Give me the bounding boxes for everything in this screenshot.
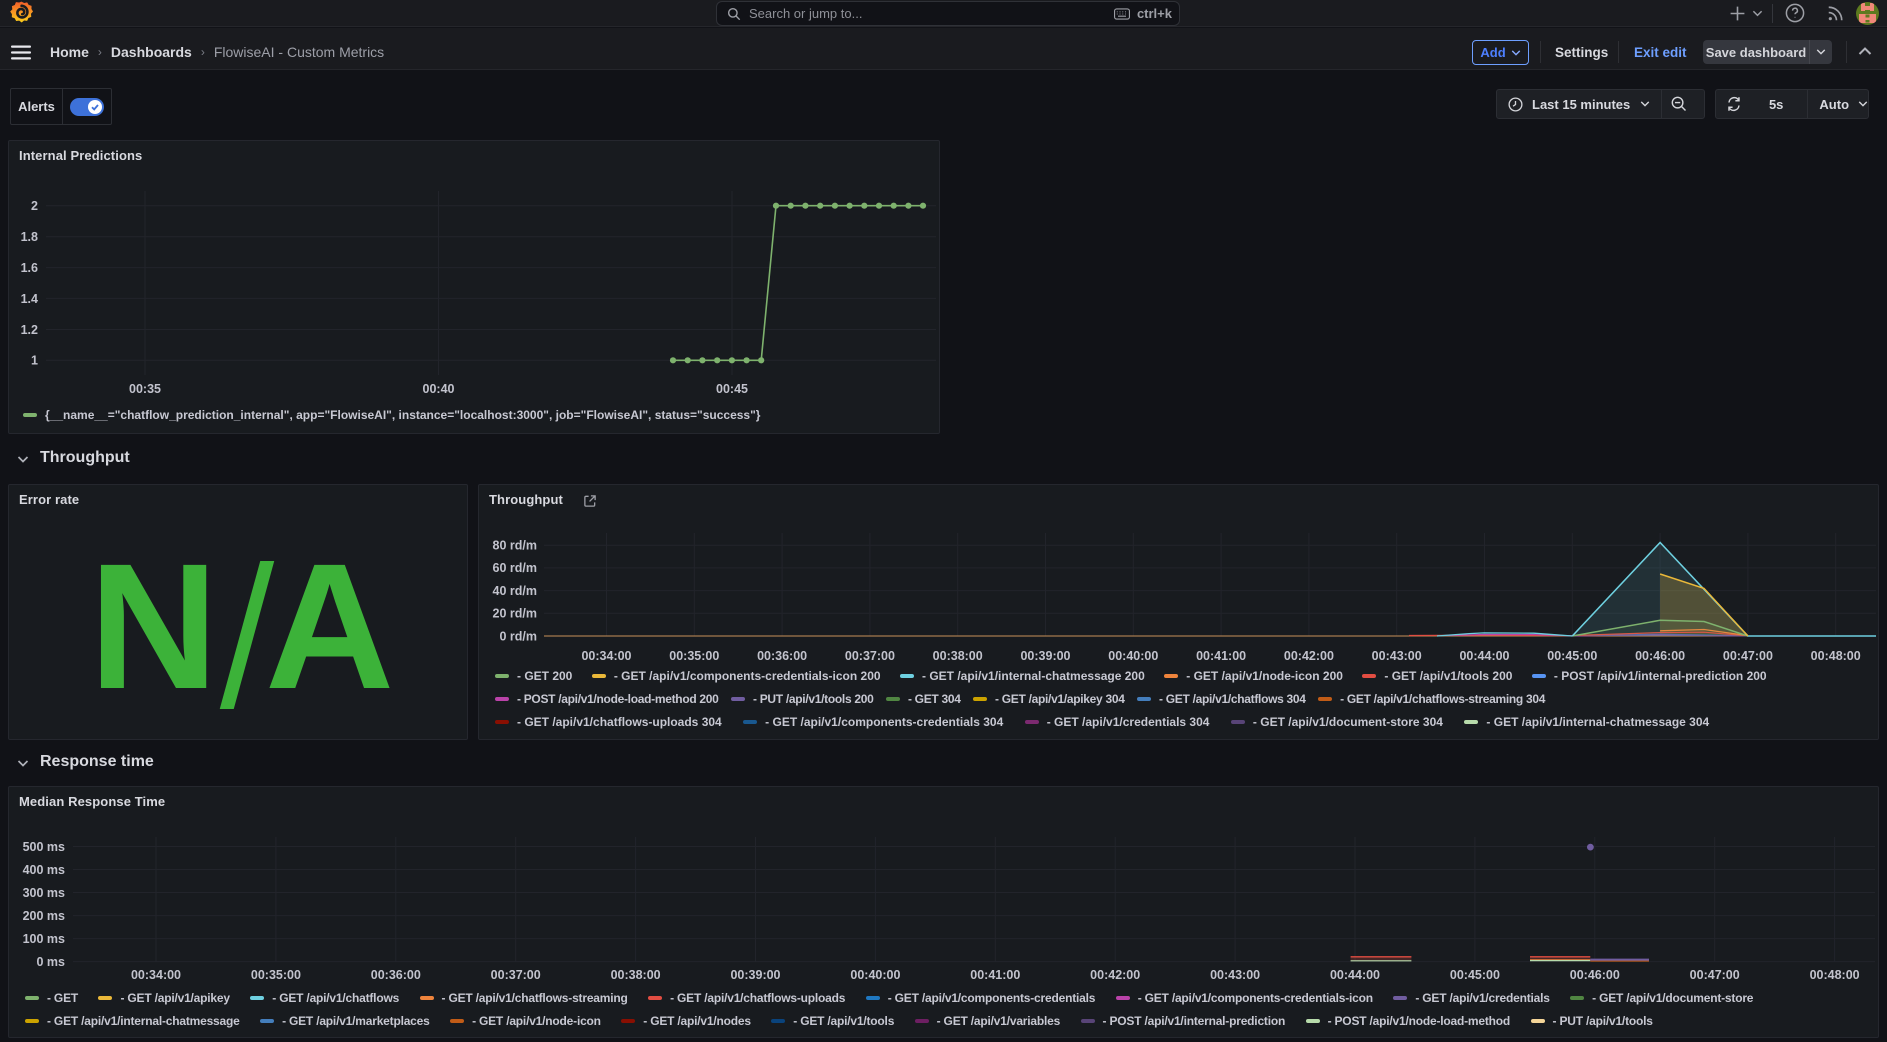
svg-text:0 ms: 0 ms (37, 955, 66, 969)
svg-text:00:46:00: 00:46:00 (1635, 649, 1685, 663)
svg-text:100 ms: 100 ms (23, 932, 65, 946)
svg-text:20 rd/m: 20 rd/m (493, 607, 537, 621)
svg-text:00:45: 00:45 (716, 382, 748, 396)
svg-text:00:44:00: 00:44:00 (1330, 968, 1380, 982)
svg-text:00:37:00: 00:37:00 (845, 649, 895, 663)
svg-text:40 rd/m: 40 rd/m (493, 584, 537, 598)
svg-text:1.2: 1.2 (21, 323, 38, 337)
svg-text:00:48:00: 00:48:00 (1811, 649, 1861, 663)
svg-text:00:41:00: 00:41:00 (970, 968, 1020, 982)
svg-text:2: 2 (31, 199, 38, 213)
svg-text:60 rd/m: 60 rd/m (493, 561, 537, 575)
svg-text:00:47:00: 00:47:00 (1723, 649, 1773, 663)
svg-text:1.4: 1.4 (21, 292, 38, 306)
svg-text:00:34:00: 00:34:00 (131, 968, 181, 982)
svg-text:00:36:00: 00:36:00 (757, 649, 807, 663)
svg-text:80 rd/m: 80 rd/m (493, 539, 537, 553)
svg-text:00:44:00: 00:44:00 (1459, 649, 1509, 663)
svg-text:00:48:00: 00:48:00 (1810, 968, 1860, 982)
svg-text:1.8: 1.8 (21, 230, 38, 244)
svg-text:00:39:00: 00:39:00 (730, 968, 780, 982)
svg-text:00:46:00: 00:46:00 (1570, 968, 1620, 982)
svg-text:00:40:00: 00:40:00 (1108, 649, 1158, 663)
svg-text:400 ms: 400 ms (23, 863, 65, 877)
svg-text:500 ms: 500 ms (23, 840, 65, 854)
svg-text:1.6: 1.6 (21, 261, 38, 275)
svg-text:00:42:00: 00:42:00 (1284, 649, 1334, 663)
svg-text:200 ms: 200 ms (23, 909, 65, 923)
svg-text:00:45:00: 00:45:00 (1450, 968, 1500, 982)
svg-text:00:38:00: 00:38:00 (611, 968, 661, 982)
svg-text:00:43:00: 00:43:00 (1210, 968, 1260, 982)
svg-text:00:47:00: 00:47:00 (1690, 968, 1740, 982)
svg-text:00:35:00: 00:35:00 (669, 649, 719, 663)
svg-text:00:37:00: 00:37:00 (491, 968, 541, 982)
svg-text:00:40:00: 00:40:00 (850, 968, 900, 982)
svg-text:00:41:00: 00:41:00 (1196, 649, 1246, 663)
svg-text:00:39:00: 00:39:00 (1020, 649, 1070, 663)
svg-text:00:43:00: 00:43:00 (1372, 649, 1422, 663)
svg-text:00:42:00: 00:42:00 (1090, 968, 1140, 982)
svg-text:00:36:00: 00:36:00 (371, 968, 421, 982)
svg-text:00:40: 00:40 (423, 382, 455, 396)
svg-text:00:34:00: 00:34:00 (581, 649, 631, 663)
svg-text:300 ms: 300 ms (23, 886, 65, 900)
svg-text:00:35:00: 00:35:00 (251, 968, 301, 982)
svg-text:0 rd/m: 0 rd/m (499, 629, 537, 643)
svg-text:00:38:00: 00:38:00 (933, 649, 983, 663)
svg-text:1: 1 (31, 354, 38, 368)
svg-text:00:35: 00:35 (129, 382, 161, 396)
svg-text:00:45:00: 00:45:00 (1547, 649, 1597, 663)
